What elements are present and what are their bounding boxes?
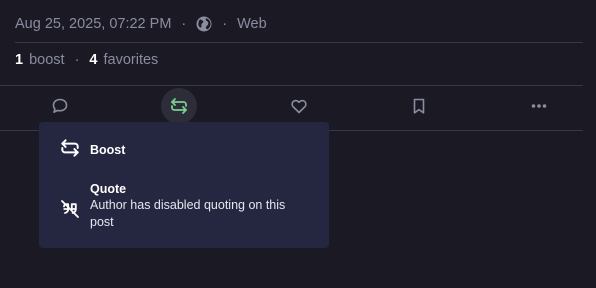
quote-disabled-icon <box>59 198 81 220</box>
menu-item-boost-title: Boost <box>90 143 126 157</box>
boost-icon <box>59 137 81 159</box>
boost-label: boost <box>29 52 65 68</box>
post-stats-row: 1 boost · 4 favorites <box>15 50 158 70</box>
menu-item-quote[interactable]: Quote Author has disabled quoting on thi… <box>39 182 329 236</box>
more-button[interactable] <box>521 88 557 124</box>
menu-item-boost[interactable]: Boost <box>39 136 329 160</box>
bookmark-button[interactable] <box>401 88 437 124</box>
favorite-label: favorites <box>103 52 159 68</box>
favorite-count: 4 <box>89 52 98 68</box>
post-timestamp[interactable]: Aug 25, 2025, 07:22 PM <box>15 16 171 32</box>
meta-separator: · <box>181 16 187 32</box>
heart-icon <box>290 97 308 115</box>
meta-separator: · <box>222 16 228 32</box>
favorite-button[interactable] <box>281 88 317 124</box>
more-icon <box>530 97 548 115</box>
post-meta-row: Aug 25, 2025, 07:22 PM · · Web <box>15 14 267 34</box>
boost-dropdown-menu: Boost Quote Author has disabled quoting … <box>39 122 329 248</box>
boost-count: 1 <box>15 52 24 68</box>
boost-button[interactable] <box>161 88 197 124</box>
menu-item-quote-title: Quote <box>90 182 127 196</box>
menu-item-quote-description: Author has disabled quoting on this post <box>90 198 286 229</box>
globe-icon <box>196 16 212 32</box>
stats-separator: · <box>74 52 80 68</box>
reply-button[interactable] <box>42 88 78 124</box>
divider <box>15 42 583 43</box>
reply-icon <box>51 97 69 115</box>
boost-icon <box>169 96 189 116</box>
post-client: Web <box>237 16 267 32</box>
bookmark-icon <box>410 97 428 115</box>
post-action-bar <box>0 88 596 126</box>
divider <box>0 85 583 86</box>
favorites-stat[interactable]: 4 favorites <box>89 52 158 68</box>
boost-stat[interactable]: 1 boost <box>15 52 65 68</box>
